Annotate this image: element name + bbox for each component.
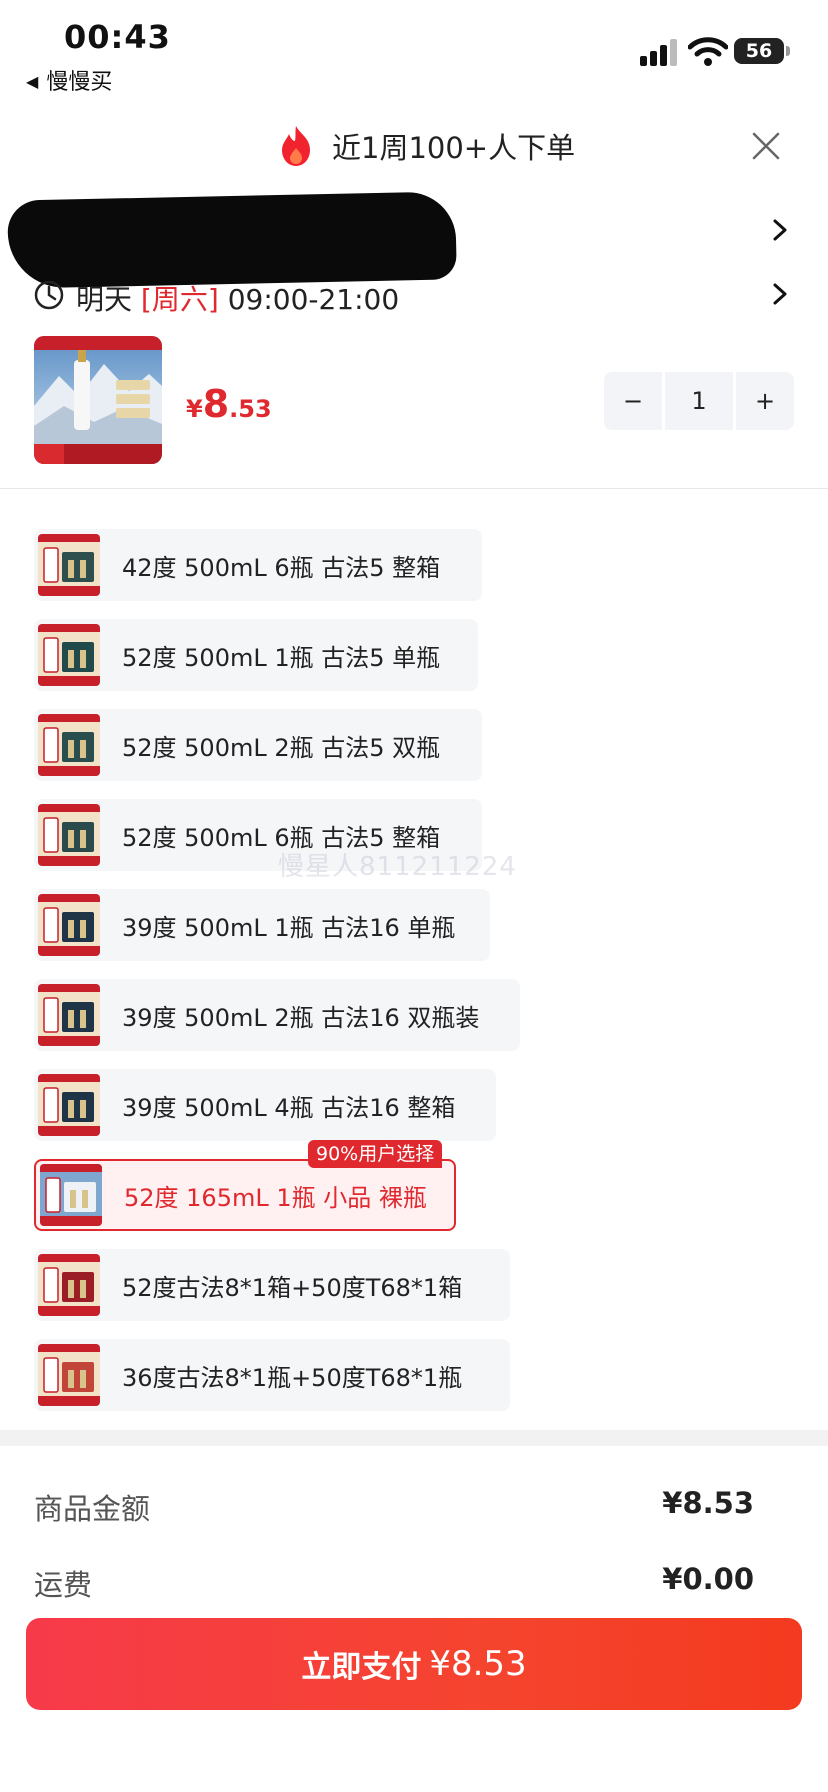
pay-button-amount: ¥8.53 (429, 1644, 527, 1684)
popular-choice-badge: 90%用户选择 (308, 1140, 443, 1168)
back-app-label: 慢慢买 (46, 70, 113, 95)
product-price: ¥8.53 (186, 382, 272, 426)
shipping-row: 运费 ¥0.00 (34, 1562, 754, 1602)
sku-label: 42度 500mL 6瓶 古法5 整箱 (122, 553, 441, 582)
delivery-window: 09:00-21:00 (227, 283, 400, 316)
pay-button-label: 立即支付 (301, 1650, 422, 1685)
sku-thumbnail (38, 984, 100, 1046)
chevron-right-icon (773, 219, 787, 241)
flame-icon (282, 126, 310, 166)
delivery-day: 明天 (76, 283, 133, 316)
sku-thumbnail (40, 1164, 102, 1226)
battery-icon: 56 (734, 38, 784, 64)
delivery-time-text: 明天 [周六] 09:00-21:00 (76, 278, 399, 318)
sku-thumbnail (38, 624, 100, 686)
product-summary: ¥8.53 − 1 + (0, 336, 828, 466)
sku-option[interactable]: 39度 500mL 4瓶 古法16 整箱 (34, 1069, 496, 1141)
shipping-label: 运费 (34, 1568, 93, 1602)
quantity-stepper: − 1 + (604, 372, 794, 430)
cellular-signal-icon (640, 38, 680, 66)
sku-label: 52度 500mL 1瓶 古法5 单瓶 (122, 643, 441, 672)
sku-option[interactable]: 39度 500mL 2瓶 古法16 双瓶装 (34, 979, 520, 1051)
shipping-value: ¥0.00 (662, 1562, 754, 1596)
sku-label: 52度 500mL 2瓶 古法5 双瓶 (122, 733, 441, 762)
goods-amount-label: 商品金额 (34, 1492, 151, 1526)
clock-icon (34, 280, 64, 310)
status-time: 00:43 (64, 18, 171, 56)
close-icon[interactable] (748, 128, 784, 164)
sku-option-selected[interactable]: 52度 165mL 1瓶 小品 裸瓶 (34, 1159, 456, 1231)
back-triangle-icon: ◀ (26, 72, 39, 91)
sku-option[interactable]: 52度古法8*1箱+50度T68*1箱 (34, 1249, 510, 1321)
sku-thumbnail (38, 894, 100, 956)
decrease-quantity-button[interactable]: − (604, 372, 662, 430)
pay-now-button[interactable]: 立即支付 ¥8.53 (26, 1618, 802, 1710)
price-integer: 8 (202, 382, 230, 426)
delivery-weekday: [周六] (140, 283, 219, 316)
header-title: 近1周100+人下单 (332, 131, 576, 165)
sku-label: 52度 165mL 1瓶 小品 裸瓶 (124, 1183, 427, 1212)
sku-label: 39度 500mL 2瓶 古法16 双瓶装 (122, 1003, 480, 1032)
sku-thumbnail (38, 534, 100, 596)
sku-thumbnail (38, 1344, 100, 1406)
sku-list: 42度 500mL 6瓶 古法5 整箱 52度 500mL 1瓶 古法5 单瓶 52… (0, 489, 828, 1424)
back-to-app-link[interactable]: ◀ 慢慢买 (26, 64, 112, 96)
watermark: 慢星人811211224 (278, 852, 517, 882)
delivery-time-row[interactable]: 明天 [周六] 09:00-21:00 (0, 274, 828, 318)
status-bar: 00:43 ◀ 慢慢买 56 (0, 0, 828, 96)
sku-thumbnail (38, 804, 100, 866)
section-divider (0, 1430, 828, 1446)
sku-option[interactable]: 42度 500mL 6瓶 古法5 整箱 (34, 529, 482, 601)
address-row[interactable] (0, 191, 828, 289)
chevron-right-icon (773, 283, 787, 305)
price-currency: ¥ (186, 395, 203, 423)
sku-thumbnail (38, 1254, 100, 1316)
sheet-header: 近1周100+人下单 (0, 112, 828, 182)
sku-label: 39度 500mL 1瓶 古法16 单瓶 (122, 913, 456, 942)
sku-label: 36度古法8*1瓶+50度T68*1瓶 (122, 1363, 463, 1392)
sku-option[interactable]: 52度 500mL 1瓶 古法5 单瓶 (34, 619, 478, 691)
battery-tip (786, 46, 790, 56)
sku-option[interactable]: 39度 500mL 1瓶 古法16 单瓶 (34, 889, 490, 961)
header-title-group: 近1周100+人下单 (274, 124, 575, 168)
sku-option[interactable]: 36度古法8*1瓶+50度T68*1瓶 (34, 1339, 510, 1411)
wifi-icon (688, 37, 728, 66)
goods-amount-row: 商品金额 ¥8.53 (34, 1486, 754, 1526)
goods-amount-value: ¥8.53 (662, 1486, 754, 1520)
sku-label: 39度 500mL 4瓶 古法16 整箱 (122, 1093, 456, 1122)
sku-thumbnail (38, 1074, 100, 1136)
quantity-value[interactable]: 1 (665, 372, 733, 430)
product-image (34, 336, 162, 464)
sku-option[interactable]: 52度 500mL 2瓶 古法5 双瓶 (34, 709, 482, 781)
sku-label: 52度古法8*1箱+50度T68*1箱 (122, 1273, 463, 1302)
sku-thumbnail (38, 714, 100, 776)
increase-quantity-button[interactable]: + (736, 372, 794, 430)
price-decimal: .53 (229, 395, 272, 423)
